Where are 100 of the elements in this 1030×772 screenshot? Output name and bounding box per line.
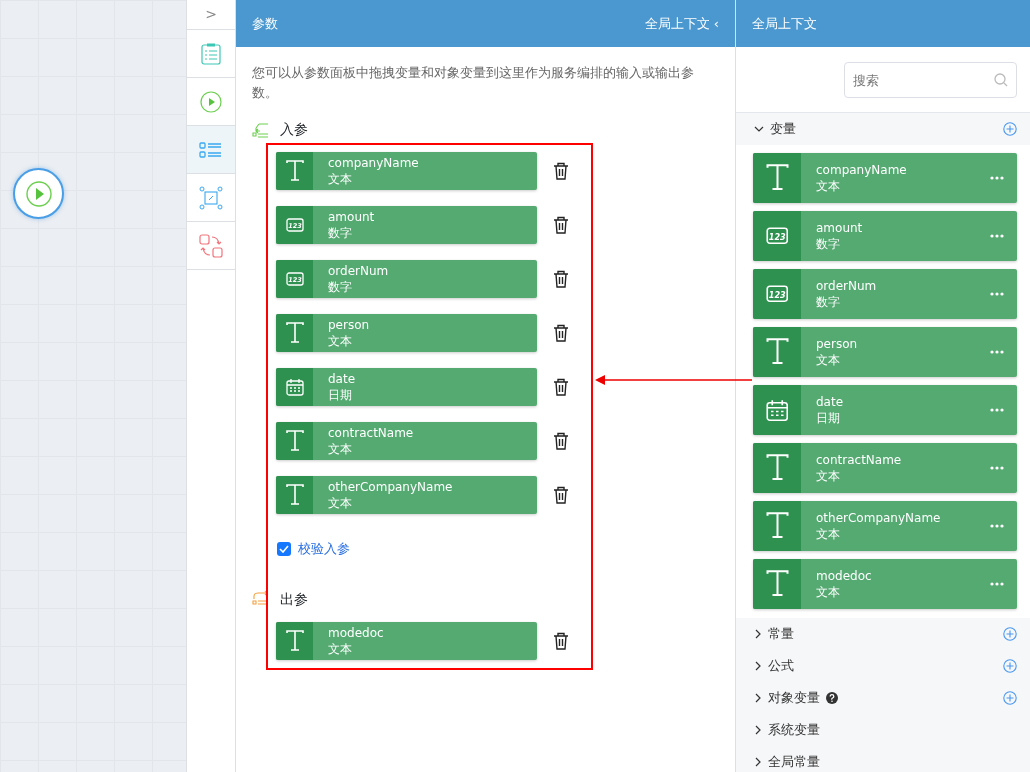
trash-icon[interactable]: [553, 162, 569, 181]
panel-title: 全局上下文: [752, 14, 817, 33]
text-type-icon: [284, 160, 305, 183]
description-text: 您可以从参数面板中拖拽变量和对象变量到这里作为服务编排的输入或输出参数。: [251, 64, 695, 103]
variable-name: amount: [328, 209, 375, 226]
validate-checkbox[interactable]: 校验入参: [277, 539, 735, 559]
variable-name: companyName: [816, 162, 908, 178]
text-type-icon: [764, 454, 790, 482]
variable-type: 文本: [816, 468, 841, 484]
trash-icon[interactable]: [553, 216, 569, 235]
variable-name: otherCompanyName: [816, 510, 942, 526]
group-header[interactable]: 公式: [736, 650, 1030, 682]
calendar-icon: [285, 378, 304, 397]
group-header[interactable]: 系统变量: [736, 714, 1030, 746]
play-icon: [199, 89, 223, 114]
section-title: 入参: [280, 120, 308, 140]
variable-card[interactable]: contractName 文本: [753, 443, 1017, 493]
trash-icon[interactable]: [553, 378, 569, 397]
variable-name: contractName: [816, 452, 903, 468]
swap-icon: [199, 233, 223, 258]
more-icon[interactable]: [990, 466, 1004, 470]
start-node[interactable]: [13, 168, 64, 219]
add-icon[interactable]: [1003, 659, 1017, 673]
variable-type: 数字: [328, 279, 353, 296]
more-icon[interactable]: [990, 408, 1004, 412]
variable-card[interactable]: person 文本: [753, 327, 1017, 377]
text-type-icon: [284, 484, 305, 507]
variable-card[interactable]: modedoc 文本: [276, 621, 537, 660]
variable-type: 日期: [816, 410, 841, 426]
variable-card[interactable]: 123 orderNum 数字: [753, 269, 1017, 319]
chevron-right-icon: [754, 629, 762, 639]
trash-icon[interactable]: [553, 486, 569, 505]
variable-name: modedoc: [328, 624, 384, 641]
variable-card[interactable]: 123 amount 数字: [753, 211, 1017, 261]
variable-card[interactable]: person 文本: [276, 314, 537, 353]
variable-type: 文本: [328, 495, 353, 512]
variable-type: 日期: [328, 387, 353, 404]
chevron-right-icon: [754, 661, 762, 671]
group-header[interactable]: 变量: [736, 113, 1030, 145]
variable-name: date: [816, 394, 845, 410]
variable-card[interactable]: otherCompanyName 文本: [753, 501, 1017, 551]
section-title: 出参: [280, 589, 308, 609]
more-icon[interactable]: [990, 582, 1004, 586]
variable-type: 文本: [328, 333, 353, 350]
variable-card[interactable]: companyName 文本: [753, 153, 1017, 203]
trash-icon[interactable]: [553, 324, 569, 343]
add-icon[interactable]: [1003, 122, 1017, 136]
more-icon[interactable]: [990, 292, 1004, 296]
group-header[interactable]: 全局常量: [736, 746, 1030, 772]
variable-name: otherCompanyName: [328, 479, 453, 496]
variable-card[interactable]: modedoc 文本: [753, 559, 1017, 609]
text-type-icon: [764, 512, 790, 540]
variable-card[interactable]: companyName 文本: [276, 152, 537, 191]
context-link[interactable]: 全局上下文 ‹: [644, 13, 719, 34]
more-icon[interactable]: [990, 524, 1004, 528]
variable-name: person: [816, 336, 859, 352]
variable-type: 文本: [816, 584, 841, 600]
toolbar-tab[interactable]: [187, 126, 235, 174]
variable-name: contractName: [328, 425, 414, 442]
chevron-right-icon: [754, 693, 762, 703]
variable-name: date: [328, 371, 356, 388]
add-icon[interactable]: [1003, 691, 1017, 705]
trash-icon[interactable]: [553, 432, 569, 451]
number-type-icon: 123: [765, 227, 789, 245]
variable-type: 数字: [816, 294, 841, 310]
search-icon: [994, 73, 1008, 87]
clipboard-icon: [199, 41, 223, 66]
variable-card[interactable]: contractName 文本: [276, 422, 537, 461]
more-icon[interactable]: [990, 234, 1004, 238]
group-header[interactable]: 常量: [736, 618, 1030, 650]
more-icon[interactable]: [990, 176, 1004, 180]
calendar-icon: [765, 398, 789, 422]
trash-icon[interactable]: [553, 631, 569, 650]
variable-name: person: [328, 317, 370, 334]
collapse-toggle[interactable]: >: [187, 0, 235, 30]
variable-name: modedoc: [816, 568, 873, 584]
text-type-icon: [764, 338, 790, 366]
trash-icon[interactable]: [553, 270, 569, 289]
variable-name: amount: [816, 220, 864, 236]
group-header[interactable]: 对象变量: [736, 682, 1030, 714]
more-icon[interactable]: [990, 350, 1004, 354]
variable-card[interactable]: otherCompanyName 文本: [276, 476, 537, 515]
text-type-icon: [284, 322, 305, 345]
text-type-icon: [284, 629, 305, 652]
variable-card[interactable]: date 日期: [753, 385, 1017, 435]
variable-type: 文本: [328, 171, 353, 188]
number-type-icon: 123: [765, 285, 789, 303]
search-field[interactable]: 搜索: [844, 62, 1017, 98]
variable-type: 文本: [328, 441, 353, 458]
add-icon[interactable]: [1003, 627, 1017, 641]
text-type-icon: [764, 164, 790, 192]
variable-name: orderNum: [816, 278, 878, 294]
input-param-icon: [252, 121, 270, 138]
play-icon: [24, 179, 53, 208]
variable-type: 文本: [816, 352, 841, 368]
variable-type: 数字: [328, 225, 353, 242]
variable-type: 数字: [816, 236, 841, 252]
variable-type: 文本: [816, 526, 841, 542]
variable-card[interactable]: date 日期: [276, 368, 537, 407]
checkbox[interactable]: [277, 542, 291, 557]
